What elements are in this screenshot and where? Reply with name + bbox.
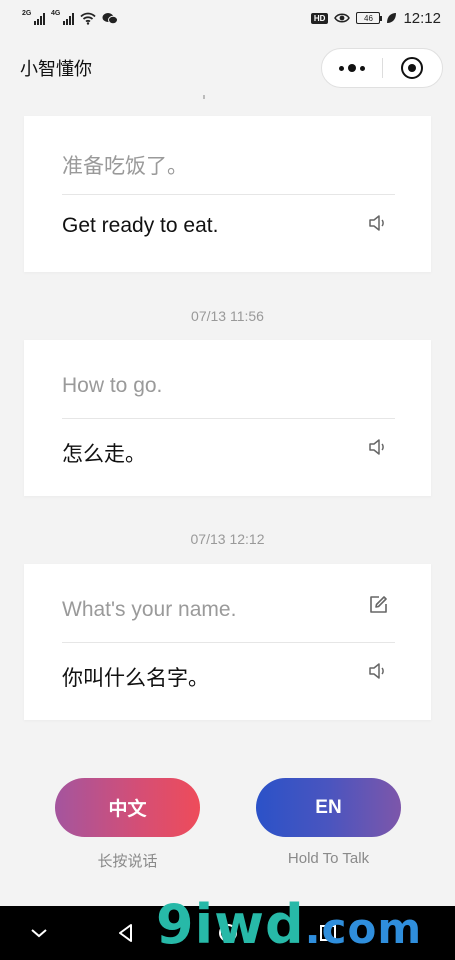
nav-bar: 小智懂你 <box>0 44 455 92</box>
watermark-suffix-text: .com <box>304 904 423 953</box>
network-type-label: 2G <box>22 10 32 17</box>
signal-icon: 2G <box>22 10 45 25</box>
status-time: 12:12 <box>403 9 441 27</box>
target-icon <box>401 57 424 79</box>
english-voice-button[interactable]: EN <box>256 778 401 837</box>
hd-badge: HD <box>310 12 329 24</box>
message-timestamp: 07/13 12:12 <box>190 531 265 547</box>
card-divider <box>62 642 395 643</box>
battery-icon: 46 <box>356 12 383 24</box>
status-bar: 2G 4G HD 46 12:12 <box>0 0 455 36</box>
translated-text: 你叫什么名字。 <box>62 667 209 690</box>
wechat-icon <box>102 12 118 24</box>
speaker-icon[interactable] <box>367 660 389 682</box>
translated-text: Get ready to eat. <box>62 214 219 237</box>
watermark-logo: 9iwd.com <box>156 893 422 956</box>
english-hold-hint: Hold To Talk <box>287 850 370 867</box>
more-menu-button[interactable] <box>322 64 382 72</box>
status-left: 2G 4G <box>22 10 118 25</box>
mini-program-capsule <box>321 48 443 88</box>
speaker-icon[interactable] <box>367 212 389 234</box>
status-right: HD 46 12:12 <box>310 9 441 27</box>
translation-card: How to go. 怎么走。 <box>24 340 431 496</box>
translated-text: 怎么走。 <box>62 443 146 466</box>
chinese-voice-button[interactable]: 中文 <box>55 778 200 837</box>
signal-icon: 4G <box>51 10 74 25</box>
page-title: 小智懂你 <box>20 59 92 79</box>
eye-comfort-icon <box>334 13 351 23</box>
leaf-icon <box>387 13 397 23</box>
translation-card: What's your name. 你叫什么名字。 <box>24 564 431 720</box>
watermark-main-text: 9iwd <box>156 893 305 956</box>
close-mini-program-button[interactable] <box>383 57 443 79</box>
network-type-label: 4G <box>51 10 61 17</box>
chinese-hold-hint: 长按说话 <box>97 853 158 870</box>
translation-card: 准备吃饭了。 Get ready to eat. <box>24 116 431 272</box>
back-icon[interactable] <box>114 921 138 945</box>
scroll-indicator <box>203 95 205 99</box>
more-dots-icon <box>359 65 365 71</box>
collapse-down-icon[interactable] <box>27 921 51 945</box>
card-divider <box>62 194 395 195</box>
more-dots-icon <box>347 64 356 72</box>
card-divider <box>62 418 395 419</box>
speaker-icon[interactable] <box>367 436 389 458</box>
message-timestamp: 07/13 11:56 <box>191 308 264 324</box>
wifi-icon <box>80 12 96 25</box>
source-text: How to go. <box>62 374 163 397</box>
source-text: 准备吃饭了。 <box>62 155 188 178</box>
edit-icon[interactable] <box>367 594 389 616</box>
more-dots-icon <box>338 65 344 71</box>
battery-level: 46 <box>364 13 373 23</box>
source-text: What's your name. <box>62 598 237 621</box>
